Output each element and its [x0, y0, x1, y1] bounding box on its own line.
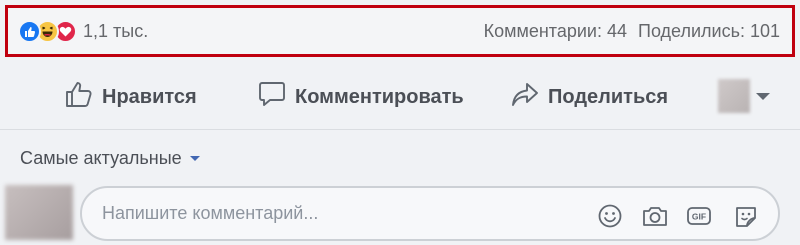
divider	[0, 129, 800, 130]
like-button-label: Нравится	[102, 85, 197, 108]
share-button[interactable]: Поделиться	[510, 80, 668, 114]
comment-button[interactable]: Комментировать	[257, 80, 464, 114]
reaction-count[interactable]: 1,1 тыс.	[83, 21, 148, 42]
share-arrow-icon	[510, 79, 540, 115]
reactions-summary-bar: 1,1 тыс. Комментарии: 44 Поделились: 101	[5, 5, 795, 57]
like-icon	[18, 20, 41, 43]
comment-button-label: Комментировать	[295, 85, 464, 108]
post-actions-bar: Нравится Комментировать Поделиться	[0, 70, 800, 125]
sticker-icon[interactable]	[732, 202, 760, 230]
like-button[interactable]: Нравится	[64, 80, 197, 114]
reactions-summary[interactable]: 1,1 тыс.	[18, 20, 148, 43]
speech-bubble-icon	[257, 79, 287, 115]
comment-composer[interactable]: GIF	[80, 186, 780, 241]
avatar	[718, 79, 750, 113]
emoji-icon[interactable]	[596, 202, 624, 230]
chevron-down-icon	[756, 92, 770, 100]
engagement-counts: Комментарии: 44 Поделились: 101	[484, 21, 780, 42]
comment-sort-label: Самые актуальные	[20, 148, 182, 168]
thumbs-up-icon	[64, 79, 94, 115]
shares-count-link[interactable]: Поделились: 101	[638, 21, 780, 42]
avatar	[5, 185, 73, 240]
svg-text:GIF: GIF	[692, 212, 706, 222]
chevron-down-icon	[189, 156, 200, 161]
comment-sort-dropdown[interactable]: Самые актуальные	[20, 148, 200, 169]
camera-icon[interactable]	[641, 202, 669, 230]
comment-input[interactable]	[102, 203, 572, 224]
gif-icon[interactable]: GIF	[685, 202, 713, 230]
share-button-label: Поделиться	[548, 85, 669, 108]
comments-count-link[interactable]: Комментарии: 44	[484, 21, 627, 42]
profile-selector[interactable]	[718, 79, 770, 113]
reaction-icons	[18, 20, 77, 43]
